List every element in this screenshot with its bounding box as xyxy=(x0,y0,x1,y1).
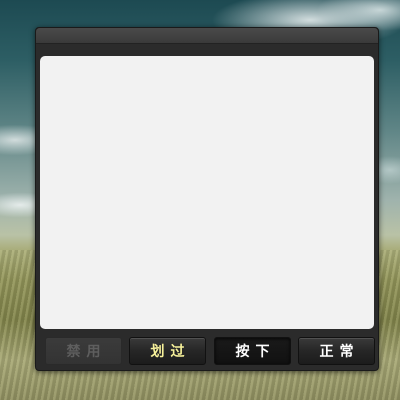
hover-button[interactable]: 划过 xyxy=(129,337,206,365)
pressed-button-label: 按下 xyxy=(235,344,276,360)
normal-button-label: 正常 xyxy=(319,344,360,360)
disabled-button: 禁用 xyxy=(45,337,122,365)
window-titlebar[interactable] xyxy=(36,28,378,44)
normal-button[interactable]: 正常 xyxy=(298,337,375,365)
content-panel xyxy=(40,56,374,329)
button-bar: 禁用 划过 按下 正常 xyxy=(45,337,375,365)
pressed-button[interactable]: 按下 xyxy=(214,337,291,365)
hover-button-label: 划过 xyxy=(150,344,191,360)
disabled-button-label: 禁用 xyxy=(66,344,107,360)
dialog-window: 禁用 划过 按下 正常 xyxy=(35,27,379,371)
